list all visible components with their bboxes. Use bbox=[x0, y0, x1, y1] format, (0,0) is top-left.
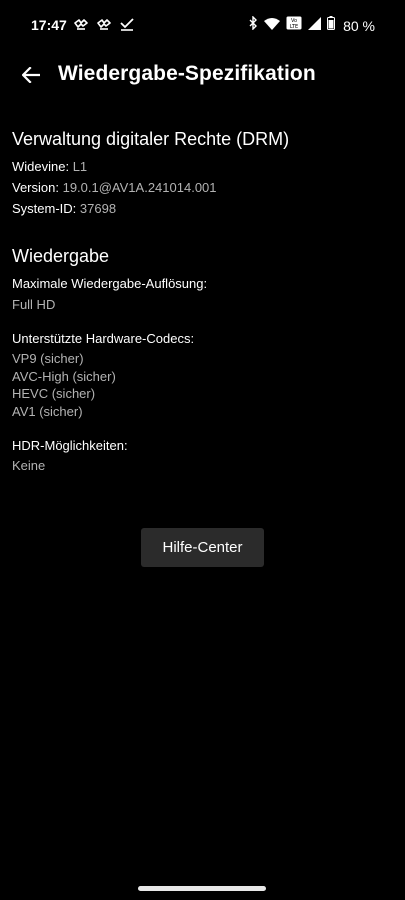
battery-icon bbox=[327, 16, 336, 35]
status-bar: 17:47 Vo LTE 80 % bbox=[0, 0, 405, 52]
system-id-row: System-ID: 37698 bbox=[12, 201, 116, 216]
svg-text:LTE: LTE bbox=[290, 24, 298, 30]
netflix-download-icon bbox=[97, 18, 111, 36]
hdr-label: HDR-Möglichkeiten: bbox=[12, 438, 128, 453]
check-icon bbox=[120, 18, 134, 36]
status-system-icons: Vo LTE 80 % bbox=[248, 15, 375, 35]
codec-item: HEVC (sicher) bbox=[12, 386, 96, 401]
codec-item: AVC-High (sicher) bbox=[12, 369, 116, 384]
app-header: Wiedergabe-Spezifikation bbox=[0, 52, 405, 102]
drm-section-title: Verwaltung digitaler Rechte (DRM) bbox=[12, 129, 290, 149]
netflix-download-icon bbox=[74, 18, 88, 36]
max-resolution-value: Full HD bbox=[12, 297, 56, 312]
signal-icon bbox=[308, 16, 322, 35]
widevine-label: Widevine: bbox=[12, 159, 73, 174]
max-resolution-label: Maximale Wiedergabe-Auflösung: bbox=[12, 276, 208, 291]
version-value: 19.0.1@AV1A.241014.001 bbox=[62, 180, 217, 195]
hdr-value: Keine bbox=[12, 458, 46, 473]
codec-item: AV1 (sicher) bbox=[12, 404, 83, 419]
wifi-icon bbox=[264, 17, 281, 35]
widevine-row: Widevine: L1 bbox=[12, 159, 87, 174]
system-id-label: System-ID: bbox=[12, 201, 80, 216]
bluetooth-icon bbox=[248, 15, 258, 35]
page-title: Wiedergabe-Spezifikation bbox=[58, 62, 316, 85]
back-button[interactable] bbox=[14, 62, 48, 92]
system-id-value: 37698 bbox=[79, 201, 117, 216]
codecs-label: Unterstützte Hardware-Codecs: bbox=[12, 331, 195, 346]
widevine-value: L1 bbox=[72, 159, 88, 174]
arrow-left-icon bbox=[21, 65, 41, 88]
version-row: Version: 19.0.1@AV1A.241014.001 bbox=[12, 180, 217, 195]
version-label: Version: bbox=[12, 180, 63, 195]
codec-item: VP9 (sicher) bbox=[12, 351, 84, 366]
help-center-button[interactable]: Hilfe-Center bbox=[141, 528, 264, 567]
status-time: 17:47 bbox=[31, 17, 67, 33]
home-indicator[interactable] bbox=[138, 886, 266, 891]
battery-percent: 80 % bbox=[343, 17, 375, 34]
playback-section-title: Wiedergabe bbox=[12, 246, 110, 266]
volte-icon: Vo LTE bbox=[286, 16, 302, 35]
status-notification-icons bbox=[74, 18, 134, 36]
